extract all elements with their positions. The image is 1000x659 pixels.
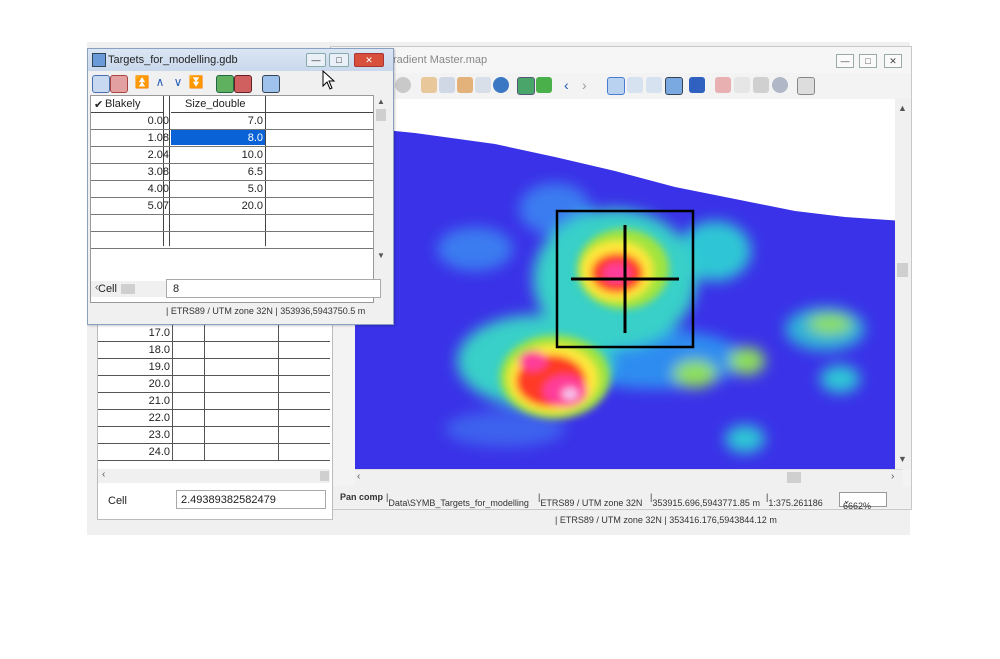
layer-icon[interactable] [536, 77, 552, 93]
status-scale: | 1:375.261186 [766, 492, 823, 508]
zoom-area-icon[interactable] [439, 77, 455, 93]
zoom-select[interactable]: 6662% ⌄ [839, 492, 887, 511]
magnifier-icon[interactable] [457, 77, 473, 93]
table-row[interactable]: 4.00 5.0 [91, 181, 373, 198]
table-window-titlebar: Targets_for_modelling.gdb — □ ✕ [88, 49, 393, 71]
table-row: 23.0 [98, 427, 330, 444]
close-button[interactable]: ✕ [884, 54, 902, 68]
arrange-icon[interactable] [665, 77, 683, 95]
table-row[interactable] [91, 215, 373, 232]
column-header-blakely[interactable]: ✔ Blakely [91, 96, 163, 113]
map-toolbar: ‹ › [331, 73, 911, 100]
forward-arrow-icon[interactable]: › [582, 77, 598, 93]
hand-pan-icon[interactable] [421, 77, 437, 93]
column-header-size[interactable]: Size_double [171, 96, 265, 113]
table-icon[interactable] [734, 77, 750, 93]
table-row: 20.0 [98, 376, 330, 393]
column-remove-icon[interactable] [234, 75, 252, 93]
map-horizontal-scrollbar[interactable]: ‹ › [355, 469, 903, 486]
lower-cell-label: Cell [108, 495, 127, 507]
map-status-bar: Pan comp | Data\SYMB_Targets_for_modelli… [331, 486, 911, 511]
status-coords: | 353915.696,5943771.85 m [650, 492, 760, 508]
gear-icon[interactable] [772, 77, 788, 93]
window-layout-icon[interactable] [262, 75, 280, 93]
cell-label: Cell [98, 283, 117, 295]
close-button[interactable]: ✕ [354, 53, 384, 67]
map-window: radient Master.map — □ ✕ ‹ › ▲ ▼ ‹ › Pan… [330, 46, 912, 511]
table-row[interactable]: 5.07 20.0 [91, 198, 373, 215]
attribute-table: ✔ Blakely Size_double 0.00 7.0 1.08 8.0 … [90, 95, 374, 303]
map-vertical-scrollbar[interactable]: ▲ ▼ [895, 99, 911, 469]
image-icon[interactable] [797, 77, 815, 95]
minimize-button[interactable]: — [306, 53, 326, 67]
table-app-icon [92, 53, 106, 67]
background-table-window: 17.0 18.0 19.0 20.0 21.0 22.0 23.0 24.0 … [97, 318, 333, 520]
layer-toggle-icon[interactable] [517, 77, 535, 95]
table-row[interactable]: 0.00 7.0 [91, 113, 373, 130]
table-window-title: Targets_for_modelling.gdb [108, 54, 238, 66]
table-row: 22.0 [98, 410, 330, 427]
maximize-button[interactable]: □ [859, 54, 877, 68]
status-path: | Data\SYMB_Targets_for_modelling [386, 492, 529, 508]
table-window: Targets_for_modelling.gdb — □ ✕ ⏫ ∧ ∨ ⏬ … [87, 48, 394, 325]
table-row[interactable]: 2.04 10.0 [91, 147, 373, 164]
color-icon[interactable] [689, 77, 705, 93]
lower-horizontal-scrollbar[interactable]: ‹ [98, 469, 330, 483]
mouse-cursor-icon [322, 70, 336, 90]
status-tool: Pan comp [340, 492, 384, 502]
table-delete-icon[interactable] [110, 75, 128, 93]
globe-icon[interactable] [493, 77, 509, 93]
cell-value-field[interactable]: 8 [166, 279, 381, 298]
grid-icon[interactable] [715, 77, 731, 93]
column-icon[interactable] [216, 75, 234, 93]
map-canvas[interactable] [355, 99, 903, 469]
tools-icon[interactable] [753, 77, 769, 93]
table-vertical-scrollbar[interactable]: ▲ ▼ [374, 95, 388, 265]
last-row-icon[interactable]: ⏬ [188, 75, 204, 91]
status-crs: | ETRS89 / UTM zone 32N [538, 492, 643, 508]
tile-icon[interactable] [627, 77, 643, 93]
info-icon[interactable] [395, 77, 411, 93]
zoom-extent-icon[interactable] [475, 77, 491, 93]
anomaly-map [355, 127, 903, 469]
maximize-button[interactable]: □ [329, 53, 349, 67]
table-row[interactable]: 1.08 8.0 [91, 130, 373, 147]
table-tool-icon[interactable] [92, 75, 110, 93]
table-row: 19.0 [98, 359, 330, 376]
table-row[interactable]: 3.08 6.5 [91, 164, 373, 181]
next-row-icon[interactable]: ∨ [170, 75, 186, 91]
lower-cell-value[interactable]: 2.49389382582479 [176, 490, 326, 509]
table-row: 18.0 [98, 342, 330, 359]
table-row: 17.0 [98, 325, 330, 342]
table-status-text: | ETRS89 / UTM zone 32N | 353936,5943750… [166, 306, 366, 316]
map-window-title: radient Master.map [393, 54, 488, 66]
map-window-titlebar: radient Master.map — □ ✕ [331, 47, 911, 73]
window-layout-icon[interactable] [607, 77, 625, 95]
first-row-icon[interactable]: ⏫ [134, 75, 150, 91]
table-row[interactable] [91, 232, 373, 249]
table-row: 24.0 [98, 444, 330, 461]
table-row: 21.0 [98, 393, 330, 410]
cascade-icon[interactable] [646, 77, 662, 93]
bottom-status-text: | ETRS89 / UTM zone 32N | 353416.176,594… [555, 515, 777, 525]
minimize-button[interactable]: — [836, 54, 854, 68]
table-toolbar: ⏫ ∧ ∨ ⏬ [88, 71, 393, 95]
back-arrow-icon[interactable]: ‹ [564, 77, 580, 93]
previous-row-icon[interactable]: ∧ [152, 75, 168, 91]
